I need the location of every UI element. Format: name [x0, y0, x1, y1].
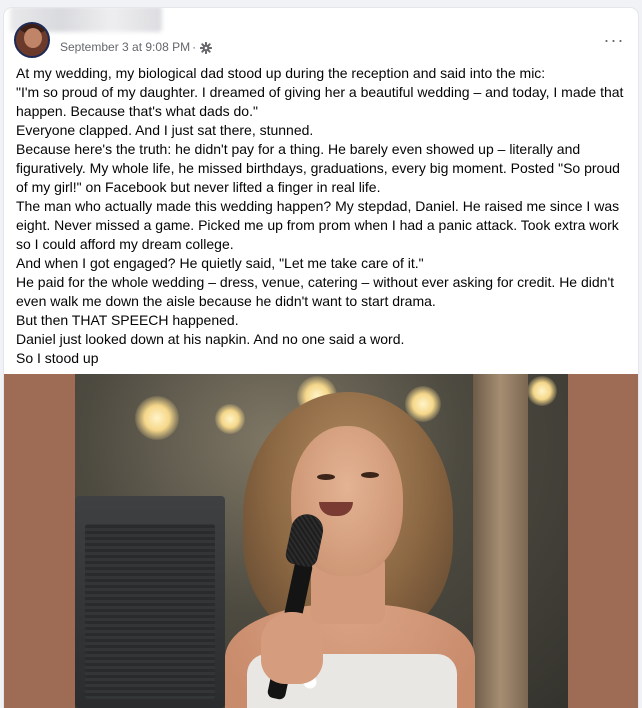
post-paragraph: And when I got engaged? He quietly said,…	[16, 255, 424, 271]
post-paragraph: He paid for the whole wedding – dress, v…	[16, 274, 615, 309]
post-paragraph: The man who actually made this wedding h…	[16, 198, 620, 252]
post-media[interactable]	[4, 374, 638, 708]
wedding-speech-photo[interactable]	[75, 374, 568, 708]
post-paragraph: "I'm so proud of my daughter. I dreamed …	[16, 84, 624, 119]
post-paragraph: Everyone clapped. And I just sat there, …	[16, 122, 314, 138]
post-paragraph: At my wedding, my biological dad stood u…	[16, 65, 546, 81]
post-paragraph: So I stood up	[16, 350, 99, 366]
post-timestamp[interactable]: September 3 at 9:08 PM	[60, 40, 190, 54]
post-card: September 3 at 9:08 PM · ··· At my weddi…	[4, 8, 638, 708]
more-options-icon[interactable]: ···	[600, 26, 628, 54]
post-paragraph: Because here's the truth: he didn't pay …	[16, 141, 620, 195]
post-paragraph: Daniel just looked down at his napkin. A…	[16, 331, 405, 347]
post-paragraph: But then THAT SPEECH happened.	[16, 312, 239, 328]
gear-icon[interactable]	[199, 41, 213, 55]
post-body: At my wedding, my biological dad stood u…	[16, 64, 630, 368]
meta-separator: ·	[192, 40, 197, 54]
avatar[interactable]	[14, 22, 50, 58]
post-meta: September 3 at 9:08 PM ·	[60, 39, 213, 55]
